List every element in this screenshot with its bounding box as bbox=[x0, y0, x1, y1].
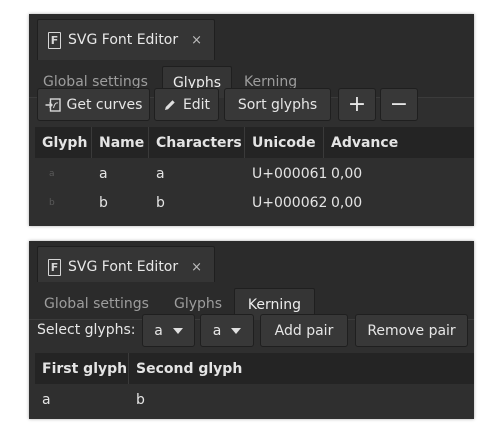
glyph-preview: a bbox=[49, 168, 55, 179]
column-header-first-glyph[interactable]: First glyph bbox=[35, 353, 129, 384]
close-icon[interactable]: × bbox=[191, 260, 202, 275]
first-glyph-select[interactable]: a bbox=[142, 314, 195, 347]
first-glyph-value: a bbox=[154, 322, 163, 339]
glyph-advance: 0,00 bbox=[331, 165, 363, 182]
sort-glyphs-label: Sort glyphs bbox=[237, 96, 318, 113]
column-header-second-glyph[interactable]: Second glyph bbox=[129, 353, 474, 384]
add-pair-label: Add pair bbox=[274, 322, 334, 339]
second-glyph-value: a bbox=[212, 322, 222, 339]
table-row[interactable]: a b bbox=[35, 385, 329, 414]
glyph-preview: b bbox=[49, 197, 55, 208]
pencil-icon bbox=[164, 99, 175, 110]
select-glyphs-label: Select glyphs: bbox=[37, 322, 136, 338]
get-curves-icon bbox=[45, 97, 61, 112]
add-glyph-button[interactable]: + bbox=[338, 88, 376, 121]
tab-global-settings[interactable]: Global settings bbox=[36, 288, 157, 320]
window-title: SVG Font Editor bbox=[68, 32, 179, 48]
plus-icon: + bbox=[347, 92, 367, 117]
font-editor-icon: F bbox=[48, 258, 61, 276]
window-title: SVG Font Editor bbox=[68, 259, 179, 275]
font-editor-icon: F bbox=[48, 31, 61, 49]
dock-titlebar: F SVG Font Editor × bbox=[29, 14, 474, 60]
dock-tab[interactable]: F SVG Font Editor × bbox=[37, 246, 216, 287]
edit-button[interactable]: Edit bbox=[154, 88, 219, 121]
get-curves-button[interactable]: Get curves bbox=[37, 88, 150, 121]
remove-glyph-button[interactable]: − bbox=[380, 88, 418, 121]
chevron-down-icon bbox=[231, 327, 242, 334]
glyph-name: b bbox=[99, 194, 108, 211]
kerning-table-header: First glyph Second glyph bbox=[35, 353, 474, 384]
column-header-glyph[interactable]: Glyph bbox=[35, 127, 92, 158]
glyph-unicode: U+000062 bbox=[252, 194, 328, 211]
column-header-advance[interactable]: Advance bbox=[324, 127, 474, 158]
glyph-advance: 0,00 bbox=[331, 194, 363, 211]
dock-tab[interactable]: F SVG Font Editor × bbox=[37, 19, 216, 60]
glyph-name: a bbox=[99, 165, 108, 182]
sort-glyphs-button[interactable]: Sort glyphs bbox=[224, 88, 331, 121]
edit-label: Edit bbox=[182, 96, 211, 113]
glyphs-table-header: Glyph Name Characters Unicode Advance bbox=[35, 127, 474, 158]
remove-pair-button[interactable]: Remove pair bbox=[355, 314, 468, 347]
close-icon[interactable]: × bbox=[191, 33, 202, 48]
minus-icon: − bbox=[389, 92, 409, 117]
chevron-down-icon bbox=[172, 327, 183, 334]
column-header-characters[interactable]: Characters bbox=[149, 127, 245, 158]
kerning-panel: F SVG Font Editor × Global settings Glyp… bbox=[29, 241, 474, 419]
add-pair-button[interactable]: Add pair bbox=[260, 314, 348, 347]
table-row[interactable]: b b b U+000062 0,00 bbox=[35, 188, 474, 217]
glyph-characters: a bbox=[156, 165, 165, 182]
glyphs-panel: F SVG Font Editor × Global settings Glyp… bbox=[29, 14, 474, 226]
get-curves-label: Get curves bbox=[66, 96, 143, 113]
table-row[interactable]: a a a U+000061 0,00 bbox=[35, 159, 474, 188]
first-glyph-cell: a bbox=[42, 391, 51, 408]
remove-pair-label: Remove pair bbox=[367, 322, 456, 339]
glyph-characters: b bbox=[156, 194, 165, 211]
glyph-unicode: U+000061 bbox=[252, 165, 328, 182]
column-header-unicode[interactable]: Unicode bbox=[245, 127, 324, 158]
column-header-name[interactable]: Name bbox=[92, 127, 149, 158]
second-glyph-select[interactable]: a bbox=[200, 314, 254, 347]
dock-titlebar: F SVG Font Editor × bbox=[29, 241, 474, 287]
second-glyph-cell: b bbox=[136, 391, 145, 408]
